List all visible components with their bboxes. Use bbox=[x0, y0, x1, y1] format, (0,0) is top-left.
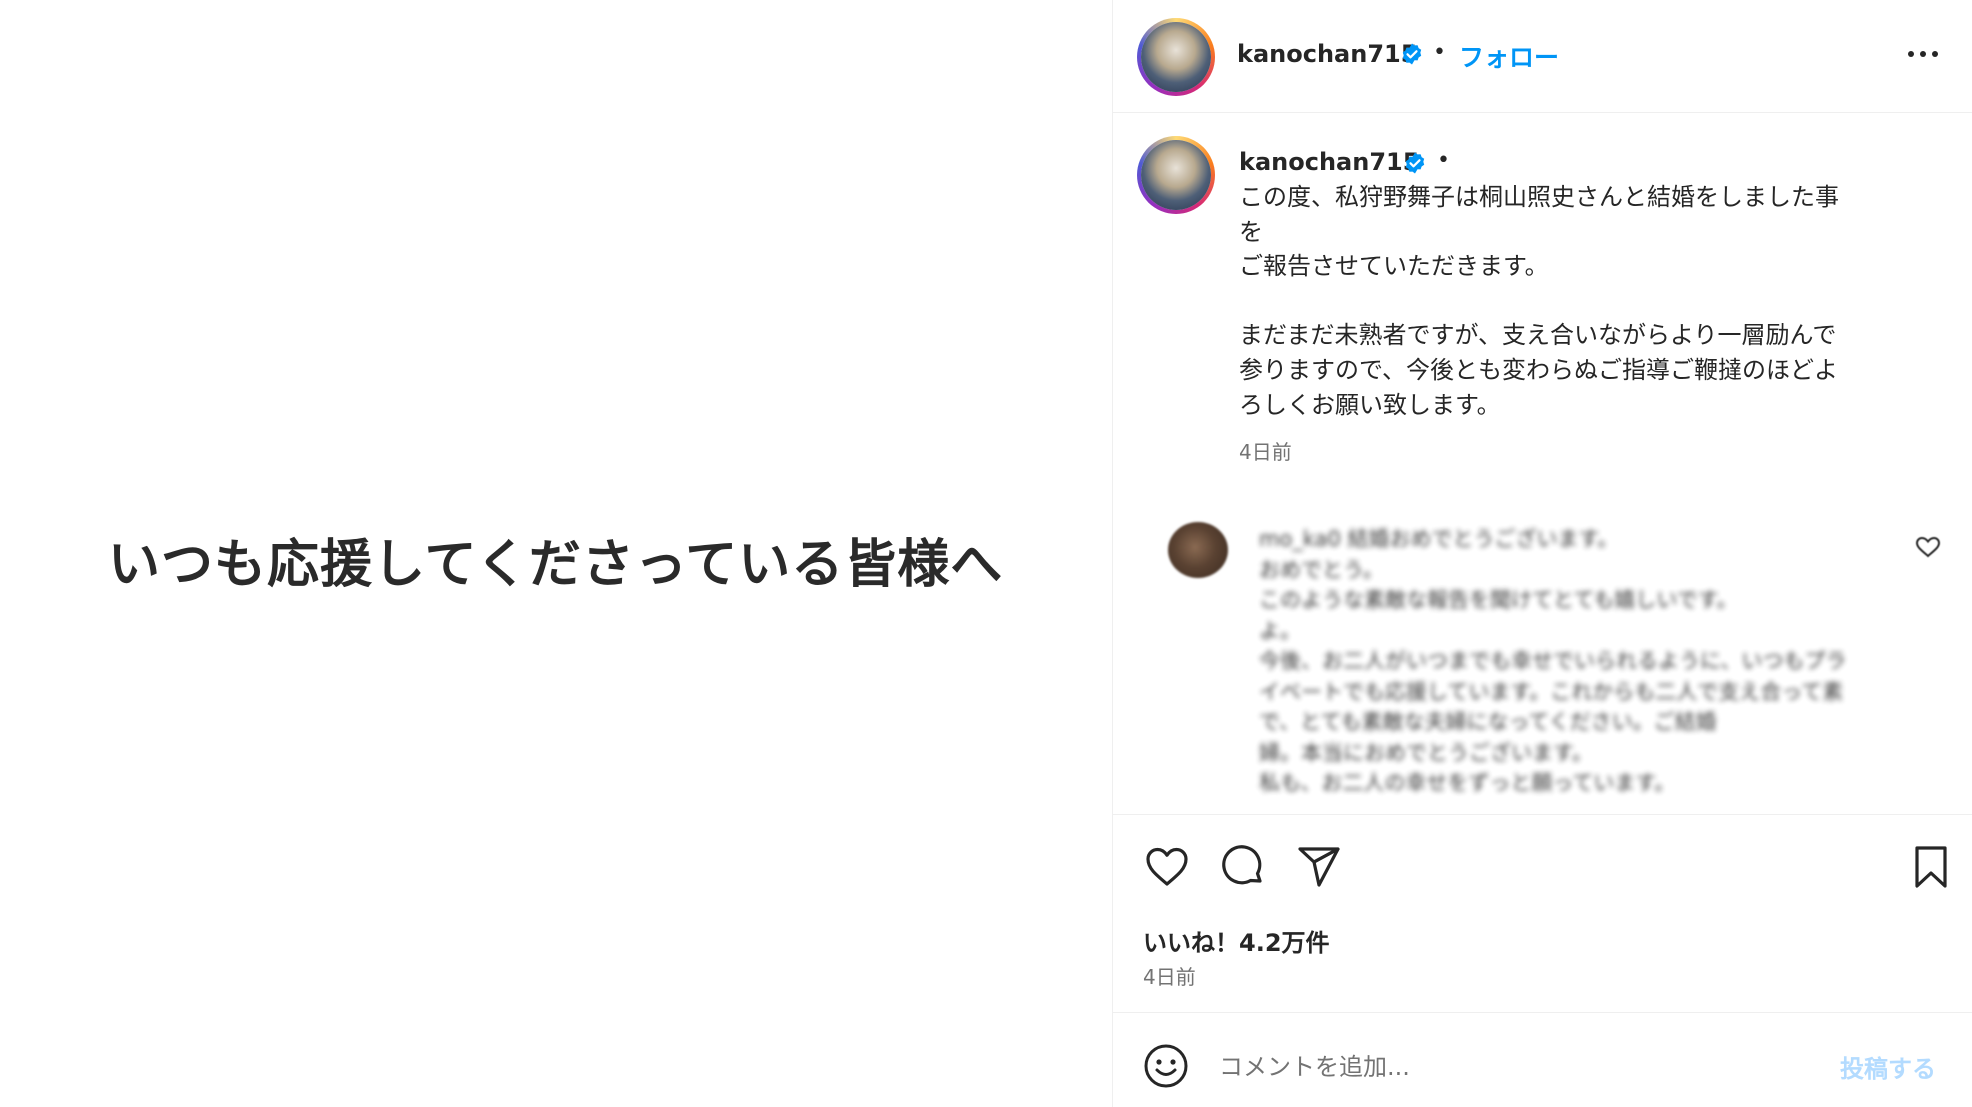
caption-separator: • bbox=[1437, 148, 1450, 173]
add-comment-bar: 投稿する bbox=[1113, 1012, 1972, 1107]
bookmark-icon[interactable] bbox=[1907, 843, 1955, 891]
more-horizontal-icon[interactable] bbox=[1903, 40, 1943, 68]
author-username[interactable]: kanochan715 bbox=[1237, 40, 1417, 68]
author-avatar[interactable] bbox=[1137, 18, 1215, 96]
caption-timestamp[interactable]: 4日前 bbox=[1239, 436, 1292, 465]
avatar-photo bbox=[1141, 140, 1211, 210]
post-comment-button[interactable]: 投稿する bbox=[1840, 1049, 1936, 1084]
verified-badge-icon bbox=[1402, 43, 1422, 65]
action-bar: いいね！4.2万件 4日前 bbox=[1113, 814, 1972, 1015]
instagram-post-view: いつも応援してくださっている皆様へ kanochan715 • フォロー kan… bbox=[0, 0, 1972, 1107]
post-header: kanochan715 • フォロー bbox=[1113, 0, 1972, 113]
send-icon[interactable] bbox=[1295, 843, 1343, 891]
header-separator: • bbox=[1433, 40, 1446, 65]
emoji-icon[interactable] bbox=[1143, 1043, 1189, 1089]
post-image[interactable]: いつも応援してくださっている皆様へ bbox=[0, 0, 1112, 1107]
post-timestamp[interactable]: 4日前 bbox=[1143, 961, 1196, 990]
caption-author-avatar[interactable] bbox=[1137, 136, 1215, 214]
post-side-panel: kanochan715 • フォロー kanochan715 • この度、私狩野… bbox=[1112, 0, 1972, 1107]
comment-icon[interactable] bbox=[1219, 843, 1267, 891]
likes-count[interactable]: いいね！4.2万件 bbox=[1143, 923, 1330, 958]
heart-icon[interactable] bbox=[1143, 843, 1191, 891]
caption-username[interactable]: kanochan715 bbox=[1239, 148, 1419, 176]
comment-input[interactable] bbox=[1219, 1047, 1779, 1087]
avatar-photo bbox=[1141, 22, 1211, 92]
post-image-text: いつも応援してくださっている皆様へ bbox=[108, 534, 1004, 595]
caption-text: この度、私狩野舞子は桐山照史さんと結婚をしました事 を ご報告させていただきます… bbox=[1239, 183, 1839, 419]
commenter-avatar[interactable] bbox=[1168, 522, 1228, 578]
verified-badge-icon bbox=[1405, 152, 1425, 174]
follow-button[interactable]: フォロー bbox=[1459, 38, 1559, 74]
comment-text: mo_ka0 結婚おめでとうございます。 おめでとう。 このような素敵な報告を聞… bbox=[1259, 527, 1847, 795]
comment-heart-icon[interactable] bbox=[1915, 536, 1941, 558]
